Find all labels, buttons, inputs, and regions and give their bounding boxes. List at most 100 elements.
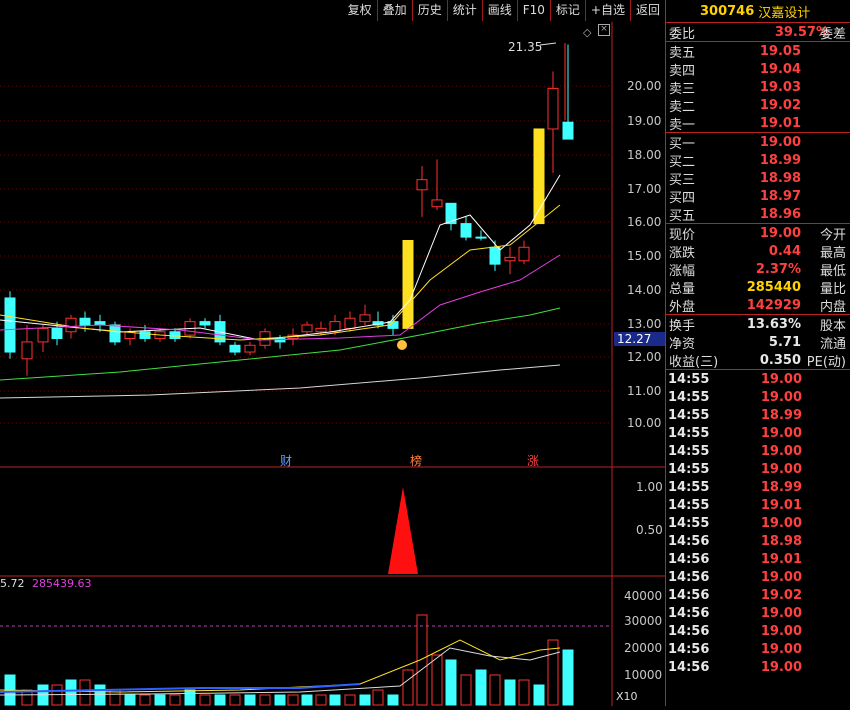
toolbar-button-mark[interactable]: 标记 — [549, 0, 585, 21]
candle — [65, 317, 77, 333]
toolbar-button-fuquan[interactable]: 复权 — [343, 0, 377, 21]
price-tick: 13.00 — [627, 317, 662, 331]
tick-row: 14:56 19.01 — [666, 550, 850, 568]
order-diff-label: 委差 — [819, 26, 846, 42]
chart-toolbar: 复权 叠加 历史 统计 画线 F10 标记 +自选 返回 — [342, 0, 665, 21]
stats-label2: 股本 — [819, 318, 846, 334]
sell-row: 卖三 19.03 — [666, 78, 850, 97]
tick-time: 14:56 — [668, 605, 710, 621]
limit-up-marker[interactable]: 涨 — [527, 452, 539, 469]
tick-price: 19.00 — [760, 605, 802, 621]
volume-bar — [124, 694, 136, 706]
tick-time: 14:56 — [668, 533, 710, 549]
sell-orders: 卖五 19.05 卖四 19.04 卖三 19.03 卖二 19.02 卖一 19.01 — [666, 41, 850, 133]
tick-time: 14:55 — [668, 497, 710, 513]
candle — [94, 321, 106, 326]
tick-time: 14:55 — [668, 407, 710, 423]
volume-bar — [359, 694, 371, 706]
tick-row: 14:55 19.00 — [666, 370, 850, 388]
tick-time: 14:55 — [668, 443, 710, 459]
volume-bar — [518, 679, 530, 706]
volume-bar — [169, 694, 181, 706]
candle — [229, 344, 241, 353]
buy-price: 19.00 — [759, 134, 801, 150]
tick-row: 14:55 18.99 — [666, 478, 850, 496]
quote-label2: 内盘 — [819, 299, 846, 315]
volume-bar — [214, 694, 226, 706]
stats-value: 13.63% — [746, 316, 801, 332]
list-marker[interactable]: 榜 — [410, 452, 422, 469]
candle — [21, 341, 33, 360]
tick-row: 14:56 19.00 — [666, 568, 850, 586]
candle — [37, 327, 49, 343]
tick-price: 18.98 — [760, 533, 802, 549]
candle — [4, 297, 16, 353]
tick-price: 18.99 — [760, 407, 802, 423]
stats-label: 净资 — [669, 336, 696, 352]
sell-price: 19.04 — [759, 61, 801, 77]
quote-label: 涨跌 — [669, 245, 696, 261]
stats-row: 收益(三) 0.350 PE(动) — [666, 351, 850, 370]
toolbar-button-overlay[interactable]: 叠加 — [376, 0, 412, 21]
sell-label: 卖二 — [669, 99, 696, 115]
volume-bar — [94, 684, 106, 706]
tick-row: 14:56 19.02 — [666, 586, 850, 604]
toolbar-button-stats[interactable]: 统计 — [446, 0, 482, 21]
volume-bar — [344, 694, 356, 706]
toolbar-button-add-watchlist[interactable]: +自选 — [584, 0, 630, 21]
order-ratio-row: 委比 39.57% 委差 — [666, 23, 850, 42]
diamond-icon[interactable]: ◇ — [583, 26, 591, 39]
candle — [489, 246, 501, 265]
tick-time: 14:55 — [668, 515, 710, 531]
quote-label2: 最高 — [819, 245, 846, 261]
tick-price: 19.00 — [760, 425, 802, 441]
quote-block: 现价 19.00 今开 涨跌 0.44 最高 涨幅 2.37% 最低 总量 285440 量比 … — [666, 223, 850, 315]
toolbar-button-draw[interactable]: 画线 — [481, 0, 517, 21]
tick-time: 14:56 — [668, 659, 710, 675]
quote-row: 外盘 142929 内盘 — [666, 296, 850, 315]
volume-bar — [387, 694, 399, 706]
tick-time: 14:55 — [668, 389, 710, 405]
tick-row: 14:56 19.00 — [666, 622, 850, 640]
buy-price: 18.96 — [759, 206, 801, 222]
toolbar-button-back[interactable]: 返回 — [629, 0, 665, 21]
volume-bar — [533, 684, 545, 706]
kline-chart-area[interactable]: 复权 叠加 历史 统计 画线 F10 标记 +自选 返回 ◇ × 21.35 2… — [0, 0, 665, 706]
volume-bar — [372, 689, 384, 706]
tick-row: 14:56 19.00 — [666, 604, 850, 622]
candle — [51, 327, 63, 340]
tick-price: 19.02 — [760, 587, 802, 603]
candle — [547, 87, 559, 130]
stock-header[interactable]: 300746 汉嘉设计 — [666, 0, 850, 23]
close-icon[interactable]: × — [598, 24, 610, 36]
volume-bar — [416, 614, 428, 706]
price-tick: 12.00 — [627, 350, 662, 364]
current-price-tag: 12.27 — [614, 332, 665, 346]
toolbar-button-history[interactable]: 历史 — [411, 0, 447, 21]
volume-bar — [274, 694, 286, 706]
candle — [504, 256, 516, 262]
sell-label: 卖一 — [669, 117, 696, 133]
indicator-tick: 0.50 — [636, 523, 663, 537]
finance-marker[interactable]: 财 — [280, 452, 292, 469]
volume-bar — [65, 679, 77, 706]
candle — [139, 331, 151, 340]
tick-price: 19.00 — [760, 389, 802, 405]
sell-label: 卖四 — [669, 63, 696, 79]
indicator-tick: 1.00 — [636, 480, 663, 494]
stats-row: 换手 13.63% 股本 — [666, 315, 850, 334]
volume-bar — [301, 694, 313, 706]
toolbar-button-f10[interactable]: F10 — [516, 0, 550, 21]
buy-row: 买二 18.99 — [666, 151, 850, 170]
volume-bar — [402, 669, 414, 706]
price-tick: 14.00 — [627, 283, 662, 297]
kline-chart[interactable] — [0, 0, 665, 706]
quote-label: 外盘 — [669, 299, 696, 315]
moving-average-line — [0, 174, 561, 341]
price-tick: 20.00 — [627, 79, 662, 93]
buy-label: 买三 — [669, 172, 696, 188]
volume-bar — [504, 679, 516, 706]
candle — [518, 246, 530, 262]
sell-price: 19.03 — [759, 79, 801, 95]
tick-price: 19.00 — [760, 569, 802, 585]
